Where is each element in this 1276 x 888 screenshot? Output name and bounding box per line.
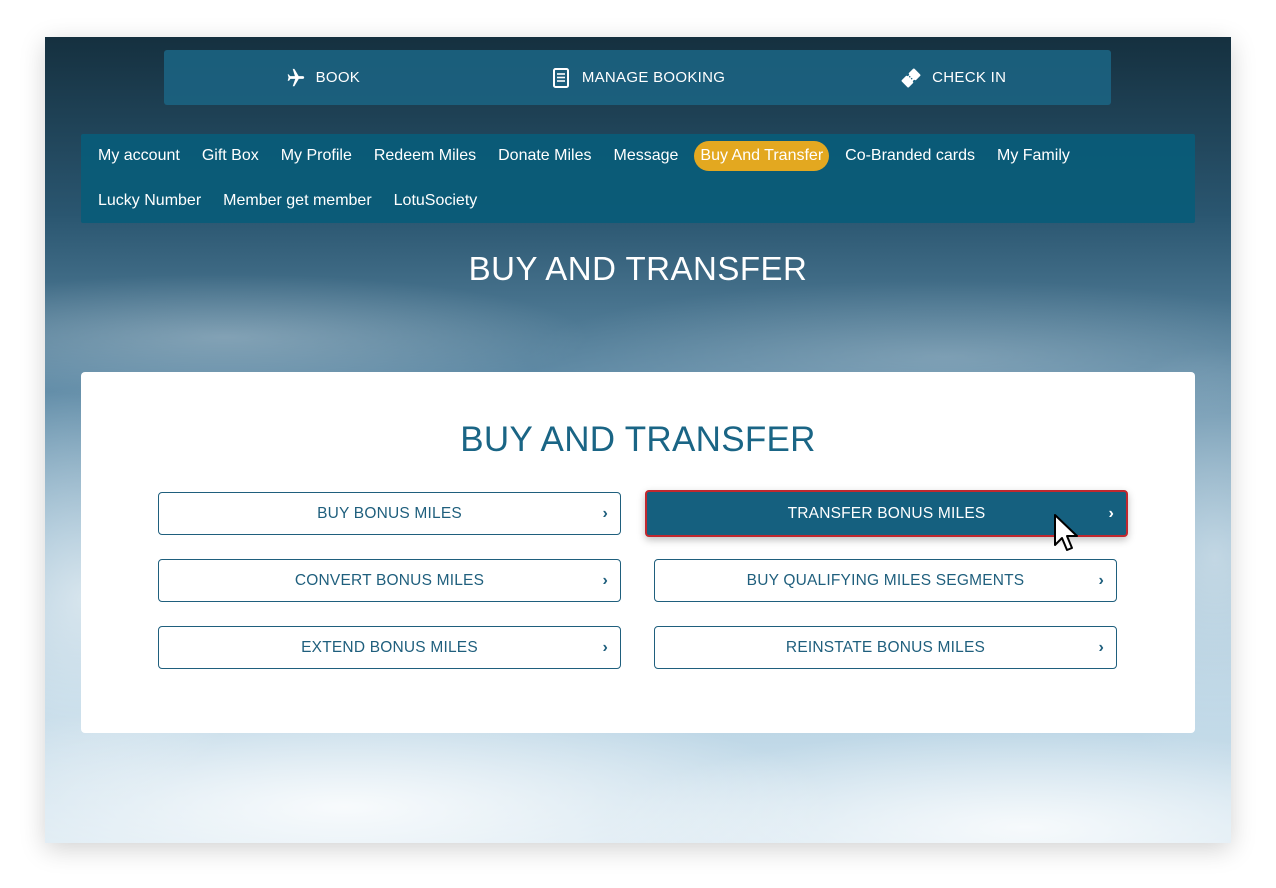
chevron-right-icon: ›: [602, 504, 608, 522]
subnav-item-lotusociety[interactable]: LotuSociety: [388, 186, 484, 216]
subnav-item-my-profile[interactable]: My Profile: [275, 141, 358, 171]
extend-bonus-miles-button[interactable]: EXTEND BONUS MILES ›: [158, 626, 621, 669]
option-label: BUY QUALIFYING MILES SEGMENTS: [746, 571, 1025, 589]
panel-title: BUY AND TRANSFER: [460, 420, 816, 459]
buy-qualifying-miles-segments-button[interactable]: BUY QUALIFYING MILES SEGMENTS ›: [654, 559, 1117, 602]
page-title: BUY AND TRANSFER: [468, 250, 808, 287]
browser-viewport: BOOK MANAGE BOOKING CHECK IN My account …: [45, 37, 1231, 843]
subnav-row: My account Gift Box My Profile Redeem Mi…: [81, 139, 1086, 173]
subnav-item-member-get-member[interactable]: Member get member: [217, 186, 378, 216]
subnav-item-buy-and-transfer[interactable]: Buy And Transfer: [694, 141, 830, 171]
subnav-item-lucky-number[interactable]: Lucky Number: [92, 186, 207, 216]
option-label: BUY BONUS MILES: [317, 504, 462, 522]
subnav-item-my-account[interactable]: My account: [92, 141, 186, 171]
option-label: REINSTATE BONUS MILES: [785, 638, 986, 656]
option-label: CONVERT BONUS MILES: [294, 571, 485, 589]
subnav-item-redeem-miles[interactable]: Redeem Miles: [368, 141, 482, 171]
options-panel: BUY AND TRANSFER BUY BONUS MILES › TRANS…: [81, 372, 1195, 733]
nav-check-in[interactable]: CHECK IN: [795, 67, 1111, 89]
convert-bonus-miles-button[interactable]: CONVERT BONUS MILES ›: [158, 559, 621, 602]
nav-book-label: BOOK: [315, 69, 361, 86]
top-navigation: BOOK MANAGE BOOKING CHECK IN: [164, 50, 1111, 105]
mouse-cursor-icon: [1054, 514, 1078, 551]
subnav-item-donate-miles[interactable]: Donate Miles: [492, 141, 597, 171]
nav-check-in-label: CHECK IN: [932, 69, 1007, 86]
chevron-right-icon: ›: [602, 638, 608, 656]
nav-manage-booking-label: MANAGE BOOKING: [581, 69, 726, 86]
subnav-row: Lucky Number Member get member LotuSocie…: [81, 184, 493, 218]
chevron-right-icon: ›: [1108, 504, 1114, 522]
chevron-right-icon: ›: [1098, 638, 1104, 656]
chevron-right-icon: ›: [602, 571, 608, 589]
ticket-icon: [900, 67, 922, 89]
reinstate-bonus-miles-button[interactable]: REINSTATE BONUS MILES ›: [654, 626, 1117, 669]
subnav-item-my-family[interactable]: My Family: [991, 141, 1076, 171]
account-subnav: My account Gift Box My Profile Redeem Mi…: [81, 134, 1195, 223]
subnav-item-co-branded-cards[interactable]: Co-Branded cards: [839, 141, 981, 171]
plane-icon: [284, 67, 306, 89]
option-label: EXTEND BONUS MILES: [301, 638, 478, 656]
chevron-right-icon: ›: [1098, 571, 1104, 589]
buy-bonus-miles-button[interactable]: BUY BONUS MILES ›: [158, 492, 621, 535]
subnav-item-message[interactable]: Message: [607, 141, 684, 171]
nav-book[interactable]: BOOK: [164, 67, 480, 89]
nav-manage-booking[interactable]: MANAGE BOOKING: [480, 67, 796, 89]
booklet-icon: [550, 67, 572, 89]
option-label: TRANSFER BONUS MILES: [787, 504, 986, 522]
subnav-item-gift-box[interactable]: Gift Box: [196, 141, 265, 171]
